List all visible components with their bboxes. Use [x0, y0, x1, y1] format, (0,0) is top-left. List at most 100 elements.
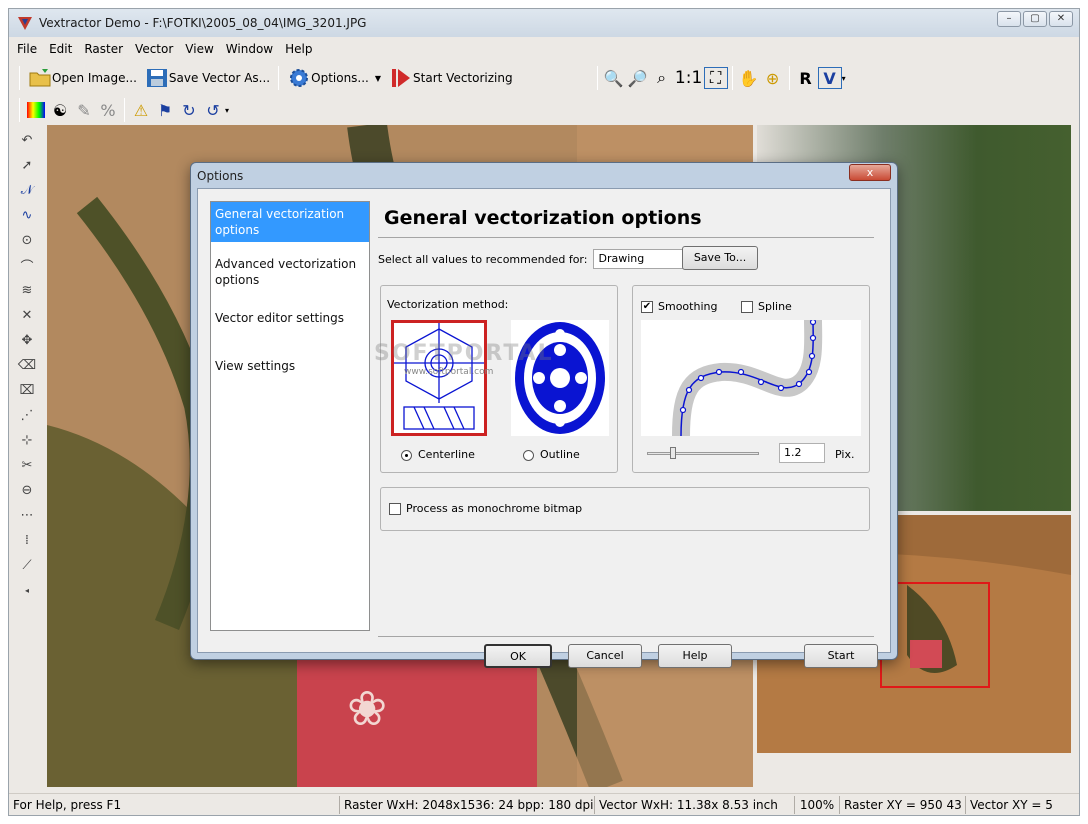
delete-icon[interactable]: ✕ — [15, 303, 39, 327]
smoothing-slider[interactable] — [647, 447, 759, 459]
options-button[interactable]: Options... ▼ — [283, 65, 385, 91]
window-title: Vextractor Demo - F:\FOTKI\2005_08_04\IM… — [39, 16, 367, 30]
left-toolbar: ↶ ➚ 𝒩 ∿ ⊙ ⌒ ≋ ✕ ✥ ⌫ ⌧ ⋰ ⊹ ✂ ⊖ ⋯ ⁞ ⟋ ◂ — [13, 127, 43, 787]
outline-radio[interactable]: Outline — [523, 448, 580, 461]
nav-advanced[interactable]: Advanced vectorization options — [211, 252, 369, 292]
percent-icon[interactable]: % — [96, 99, 120, 121]
method-group: Vectorization method: Centerline Outline — [380, 285, 618, 473]
nut-bolt-icon — [394, 323, 484, 430]
menu-edit[interactable]: Edit — [49, 42, 72, 56]
status-vector-xy: Vector XY = 5 — [965, 795, 1063, 814]
rotate-cw-icon[interactable]: ↻ — [177, 99, 201, 121]
eraser2-icon[interactable]: ⌧ — [15, 378, 39, 402]
dialog-close-button[interactable]: x — [849, 164, 891, 181]
zoom-in-icon[interactable]: 🔍 — [602, 67, 626, 89]
cancel-button[interactable]: Cancel — [568, 644, 642, 668]
undo-icon[interactable]: ↶ — [15, 128, 39, 152]
crosshair-icon[interactable]: ⊕ — [761, 67, 785, 89]
main-toolbar: Open Image... Save Vector As... Options.… — [9, 63, 1079, 93]
nav-general[interactable]: General vectorization options — [211, 202, 369, 242]
status-zoom: 100% — [794, 795, 839, 814]
eraser-icon[interactable]: ⌫ — [15, 353, 39, 377]
menu-help[interactable]: Help — [285, 42, 312, 56]
scissors-icon[interactable]: ✂ — [15, 453, 39, 477]
arc-icon[interactable]: ⌒ — [15, 253, 39, 277]
menu-file[interactable]: File — [17, 42, 37, 56]
ok-button[interactable]: OK — [484, 644, 552, 668]
monochrome-group: Process as monochrome bitmap — [380, 487, 870, 531]
recommend-label: Select all values to recommended for: — [378, 252, 588, 266]
recommend-row: Select all values to recommended for: Dr… — [378, 249, 702, 269]
nav-view[interactable]: View settings — [211, 354, 369, 378]
rotate-ccw-icon[interactable]: ↺ — [201, 99, 225, 121]
yin-yang-icon[interactable]: ☯ — [48, 99, 72, 121]
status-vector-size: Vector WxH: 11.38x 8.53 inch — [594, 795, 794, 814]
centerline-preview[interactable] — [391, 320, 487, 436]
options-nav: General vectorization options Advanced v… — [210, 201, 370, 631]
outline-preview[interactable] — [511, 320, 609, 436]
node-insert-icon[interactable]: ⊹ — [15, 428, 39, 452]
dialog-title: Options — [197, 169, 244, 183]
options-panel: General vectorization options Select all… — [374, 201, 884, 641]
svg-text:❀: ❀ — [347, 681, 387, 737]
vector-mode-icon[interactable]: V — [817, 67, 842, 89]
toolbar2-overflow-icon[interactable]: ▾ — [225, 106, 229, 115]
flag-icon[interactable]: ⚑ — [153, 99, 177, 121]
hand-pan-icon[interactable]: ✋ — [737, 67, 761, 89]
nav-editor[interactable]: Vector editor settings — [211, 306, 369, 330]
toolbar-overflow-icon[interactable]: ▾ — [842, 74, 846, 83]
panel-heading: General vectorization options — [384, 207, 702, 229]
zoom-out-icon[interactable]: 🔎 — [626, 67, 650, 89]
minimize-button[interactable]: – — [997, 11, 1021, 27]
polyline-icon[interactable]: 𝒩 — [15, 178, 39, 202]
smoothing-preview — [641, 318, 861, 437]
restore-button[interactable]: ▢ — [1023, 11, 1047, 27]
smoothing-value-input[interactable]: 1.2 — [779, 443, 825, 463]
smoothing-checkbox[interactable]: ✔ Smoothing — [641, 300, 717, 313]
start-button[interactable]: Start — [804, 644, 878, 668]
radio-selected-icon — [401, 449, 412, 461]
menu-vector[interactable]: Vector — [135, 42, 173, 56]
curve-icon[interactable]: ∿ — [15, 203, 39, 227]
status-raster-size: Raster WxH: 2048x1536: 24 bpp: 180 dpi — [339, 795, 594, 814]
zoom-tool-icon[interactable]: ⌕ — [650, 67, 674, 89]
collapse-arrow-icon[interactable]: ◂ — [15, 578, 39, 602]
join-icon[interactable]: ⊖ — [15, 478, 39, 502]
checkmark-icon: ✔ — [641, 301, 653, 313]
menu-raster[interactable]: Raster — [84, 42, 123, 56]
warning-icon[interactable]: ⚠ — [129, 99, 153, 121]
folder-open-icon — [29, 69, 51, 87]
centerline-radio[interactable]: Centerline — [401, 448, 475, 461]
pointer-icon[interactable]: ➚ — [15, 153, 39, 177]
gear-icon — [290, 69, 309, 87]
monochrome-checkbox[interactable]: Process as monochrome bitmap — [389, 502, 582, 515]
raster-mode-icon[interactable]: R — [794, 67, 818, 89]
menu-view[interactable]: View — [185, 42, 213, 56]
save-vector-button[interactable]: Save Vector As... — [141, 65, 274, 91]
title-bar[interactable]: Vextractor Demo - F:\FOTKI\2005_08_04\IM… — [9, 9, 1079, 37]
move-node-icon[interactable]: ✥ — [15, 328, 39, 352]
grid-icon[interactable]: ⁞ — [15, 528, 39, 552]
save-disk-icon — [146, 69, 167, 87]
help-button[interactable]: Help — [658, 644, 732, 668]
start-vectorizing-button[interactable]: Start Vectorizing — [385, 65, 517, 91]
fit-to-window-icon[interactable]: ⛶ — [703, 67, 728, 89]
zoom-actual-size-button[interactable]: 1:1 — [674, 67, 704, 89]
node-add-icon[interactable]: ⋰ — [15, 403, 39, 427]
save-to-button[interactable]: Save To... — [682, 246, 758, 270]
status-bar: For Help, press F1 Raster WxH: 2048x1536… — [9, 793, 1079, 815]
open-image-button[interactable]: Open Image... — [24, 65, 141, 91]
dropper-icon[interactable]: ⟋ — [15, 553, 39, 577]
close-window-button[interactable]: ✕ — [1049, 11, 1073, 27]
split-icon[interactable]: ⋯ — [15, 503, 39, 527]
menu-window[interactable]: Window — [226, 42, 273, 56]
dialog-body: General vectorization options Advanced v… — [197, 188, 891, 668]
checkbox-empty-icon — [741, 301, 753, 313]
slider-thumb[interactable] — [670, 447, 676, 459]
offset-icon[interactable]: ≋ — [15, 278, 39, 302]
watermark-url: www.softportal.com — [404, 367, 494, 377]
brush-icon[interactable]: ✎ — [72, 99, 96, 121]
color-palette-icon[interactable] — [27, 102, 45, 118]
circle-icon[interactable]: ⊙ — [15, 228, 39, 252]
spline-checkbox[interactable]: Spline — [741, 300, 792, 313]
